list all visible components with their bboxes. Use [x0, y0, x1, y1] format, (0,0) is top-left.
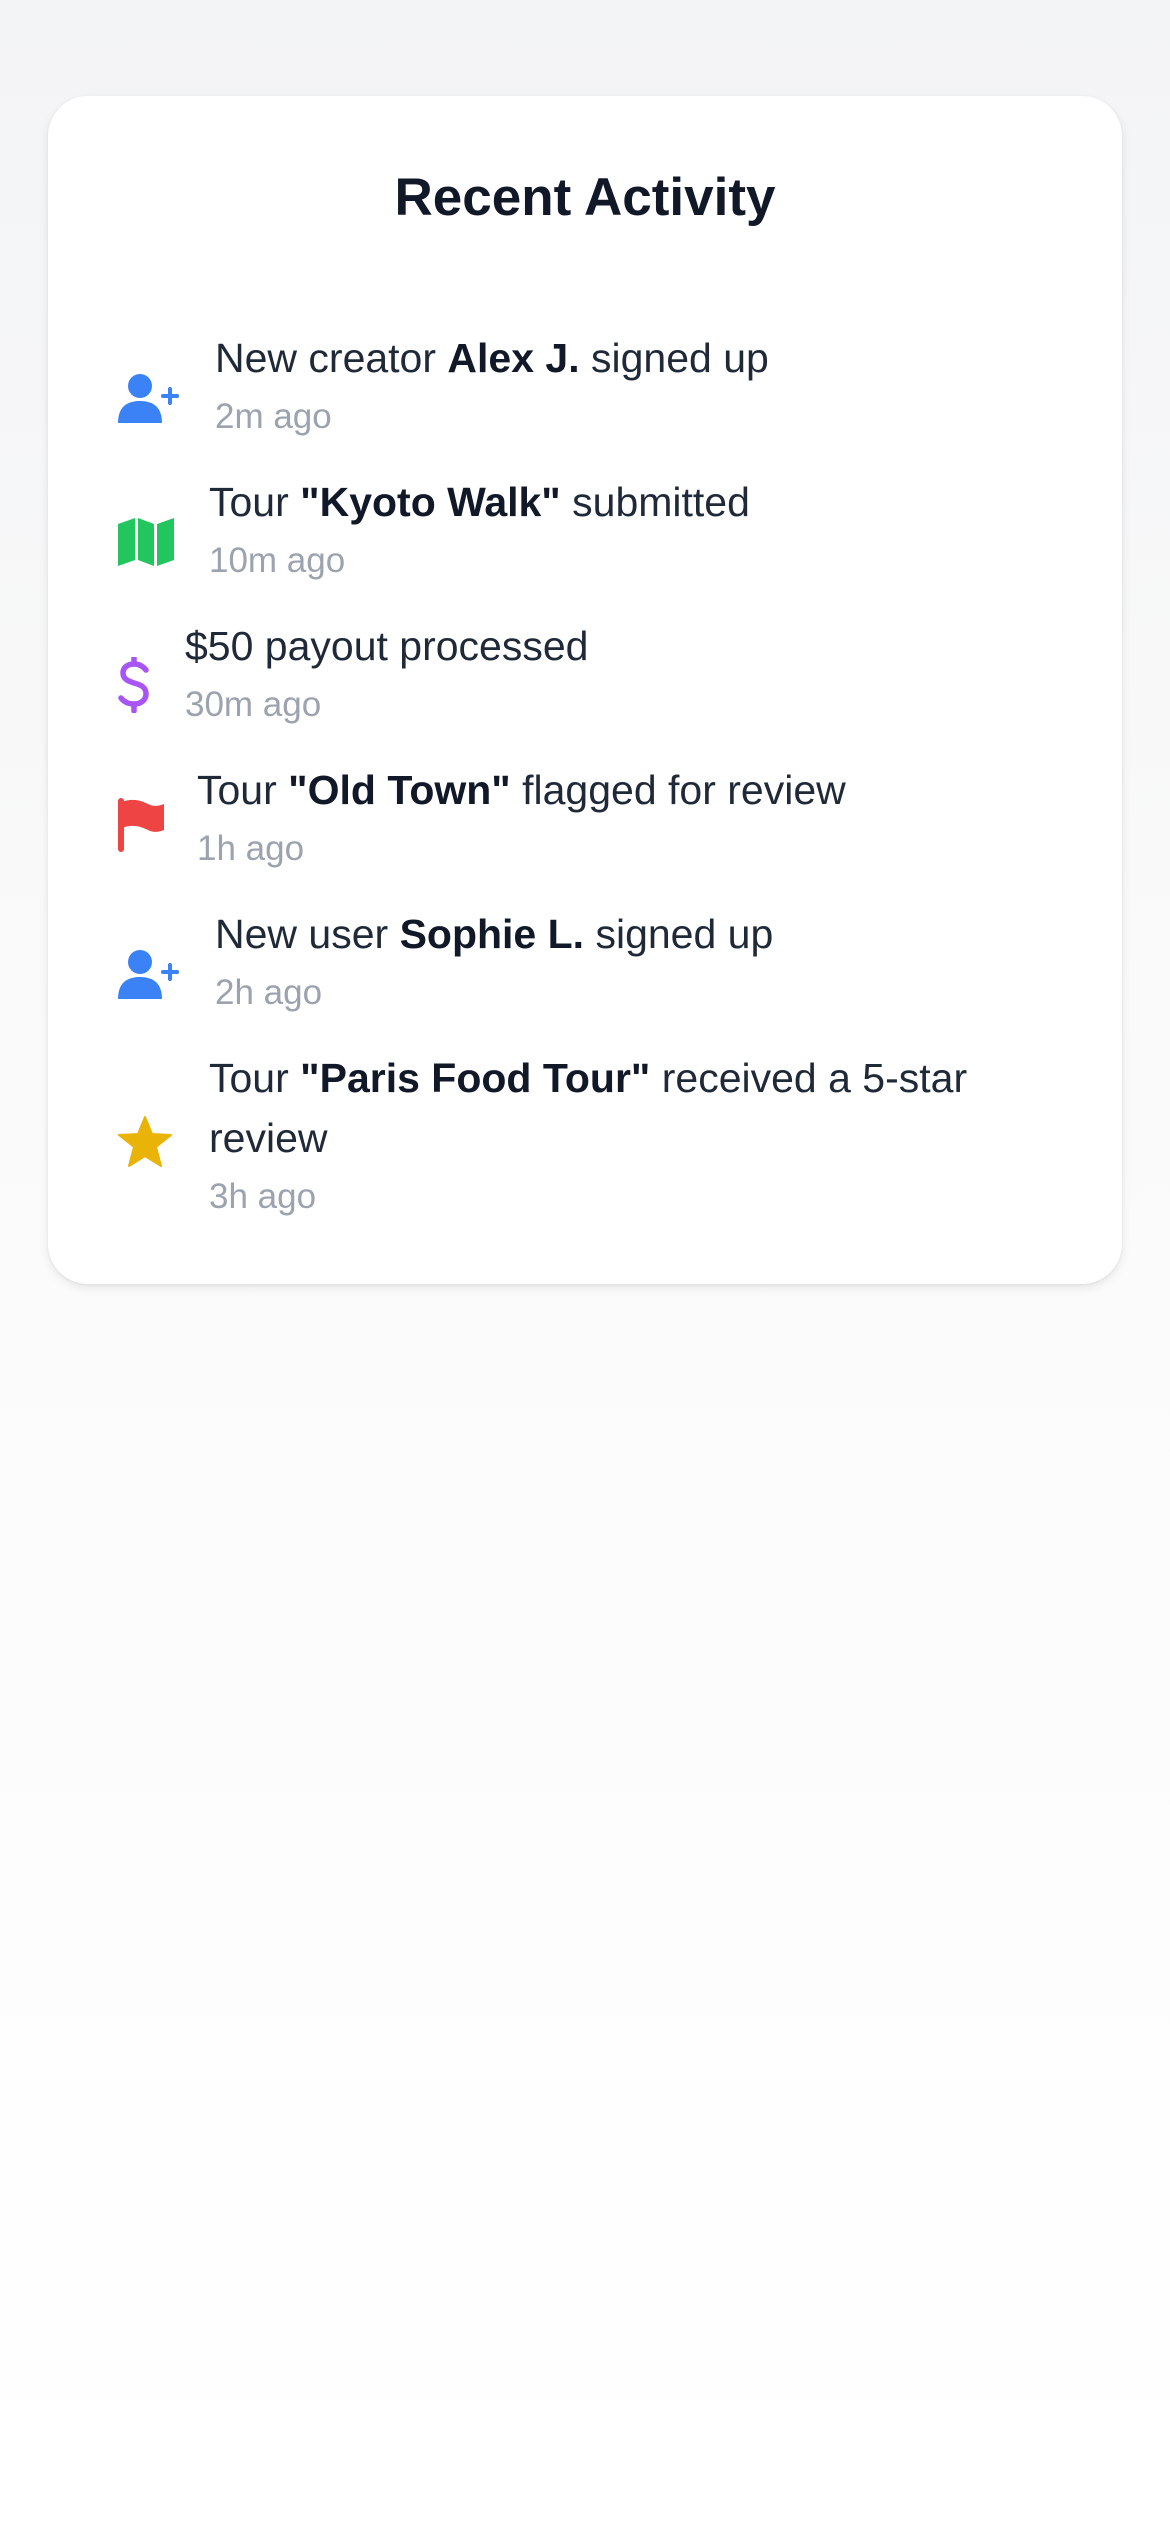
activity-time: 1h ago [197, 829, 305, 868]
activity-item[interactable]: New creator Alex J. signed up 2m ago [118, 328, 1062, 448]
activity-item[interactable]: New user Sophie L. signed up 2h ago [118, 904, 1062, 1024]
activity-highlight: Alex J. [447, 335, 580, 381]
activity-message: Tour "Kyoto Walk" submitted [209, 479, 750, 525]
activity-time: 10m ago [209, 541, 346, 580]
activity-highlight: "Kyoto Walk" [300, 479, 561, 525]
star-icon [118, 1116, 172, 1168]
activity-message: $50 payout processed [185, 623, 589, 669]
activity-message: New creator Alex J. signed up [215, 335, 769, 381]
activity-item[interactable]: Tour "Old Town" flagged for review 1h ag… [118, 760, 1062, 880]
activity-time: 30m ago [185, 685, 322, 724]
map-icon [118, 518, 174, 566]
activity-item[interactable]: $50 payout processed 30m ago [118, 616, 1062, 736]
activity-message: Tour "Paris Food Tour" received a 5-star… [209, 1055, 968, 1161]
flag-icon [118, 798, 164, 852]
activity-time: 3h ago [209, 1177, 317, 1216]
activity-highlight: "Paris Food Tour" [300, 1055, 651, 1101]
activity-item[interactable]: Tour "Kyoto Walk" submitted 10m ago [118, 472, 1062, 592]
user-plus-icon [118, 949, 180, 1001]
user-plus-icon [118, 373, 180, 425]
card-title: Recent Activity [394, 168, 776, 227]
recent-activity-card: Recent Activity New creator Alex J. sign… [48, 96, 1122, 1284]
activity-message: New user Sophie L. signed up [215, 911, 774, 957]
activity-message: Tour "Old Town" flagged for review [197, 767, 846, 813]
activity-item[interactable]: Tour "Paris Food Tour" received a 5-star… [118, 1048, 1062, 1218]
activity-highlight: Sophie L. [399, 911, 585, 957]
dollar-icon [118, 657, 150, 713]
activity-time: 2h ago [215, 973, 323, 1012]
activity-time: 2m ago [215, 397, 332, 436]
activity-highlight: "Old Town" [288, 767, 511, 813]
